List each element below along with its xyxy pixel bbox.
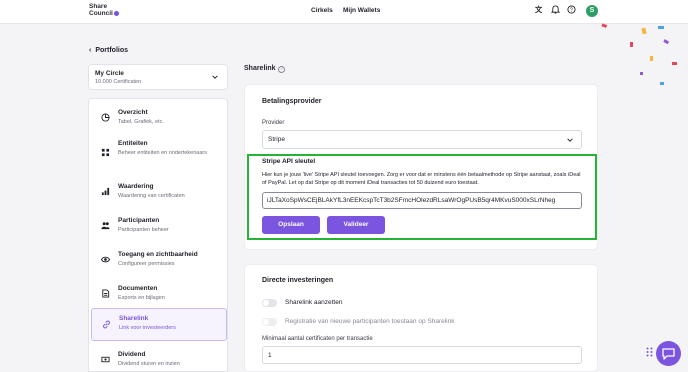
top-bar: Share Council Cirkels Mijn Wallets 文 ? S [0, 0, 688, 24]
sharelink-toggle-label: Sharelink aanzetten [285, 299, 343, 306]
menu-item-entiteiten[interactable]: Entiteiten Beheer entiteiten en ondertek… [89, 137, 227, 169]
nav-cirkels[interactable]: Cirkels [311, 7, 333, 14]
chevron-down-icon [212, 75, 218, 79]
menu-item-overzicht[interactable]: Overzicht Tabel, Grafiek, etc. [89, 105, 227, 133]
language-icon[interactable]: 文 [535, 5, 544, 14]
confetti-decoration [601, 23, 677, 85]
menu-item-waardering[interactable]: Waardering Waardering van certificaten [89, 179, 227, 207]
min-certificates-label: Minimaal aantal certificaten per transac… [262, 336, 373, 342]
page-title: Sharelink [244, 65, 276, 72]
avatar[interactable]: S [586, 5, 598, 17]
menu-item-sharelink[interactable]: Sharelink Link voor investeerders [91, 308, 227, 341]
help-icon[interactable]: ? [567, 5, 576, 14]
grid-icon [101, 148, 110, 157]
registration-toggle[interactable] [262, 318, 277, 326]
side-menu: Overzicht Tabel, Grafiek, etc. Entiteite… [88, 98, 228, 372]
menu-item-participanten[interactable]: Participanten Participanten beheer [89, 213, 227, 241]
circle-certificates: 10.000 Certificaten [95, 79, 142, 85]
menu-item-toegang[interactable]: Toegang en zichtbaarheid Configureer per… [89, 247, 227, 275]
sharecouncil-logo[interactable]: Share Council [89, 3, 119, 17]
bell-icon[interactable] [551, 5, 560, 14]
menu-item-dividend[interactable]: Dividend Dividend sturen en inzien [89, 347, 227, 371]
chevron-left-icon: ‹ [89, 47, 92, 54]
menu-item-documenten[interactable]: Documenten Exports en bijlagen [89, 281, 227, 309]
chevron-down-icon [567, 138, 573, 142]
stripe-key-title: Stripe API sleutel [262, 158, 316, 165]
circle-selector[interactable]: My Circle 10.000 Certificaten [88, 64, 228, 90]
document-icon [102, 289, 110, 298]
stripe-key-input[interactable]: iJLTaXoSpWsCEjBLAkYfL3nEEKcspTcT3b2SFmcH… [262, 192, 582, 209]
back-to-portfolios[interactable]: ‹ Portfolios [89, 47, 128, 54]
dots-grid-icon[interactable] [646, 347, 653, 357]
sharelink-toggle[interactable] [262, 299, 277, 307]
link-icon [103, 320, 110, 329]
validate-button[interactable]: Valideer [327, 216, 385, 234]
money-icon [101, 356, 110, 363]
bar-chart-icon [101, 187, 110, 196]
chat-icon [662, 348, 675, 360]
svg-text:文: 文 [535, 5, 543, 14]
chat-button[interactable] [656, 341, 681, 366]
stripe-key-description: Hier kun je jouw 'live' Stripe API sleut… [262, 172, 581, 186]
eye-icon [101, 256, 110, 263]
registration-toggle-label: Registratie van nieuwe participanten toe… [285, 318, 455, 325]
users-icon [101, 222, 110, 230]
save-button[interactable]: Opslaan [262, 216, 320, 234]
svg-text:?: ? [570, 7, 573, 13]
pie-chart-icon [101, 113, 110, 122]
nav-mijn-wallets[interactable]: Mijn Wallets [343, 7, 380, 14]
payment-heading: Betalingsprovider [262, 98, 322, 105]
info-icon[interactable]: ? [278, 66, 285, 73]
direct-investments-heading: Directe investeringen [262, 277, 334, 284]
provider-label: Provider [262, 120, 285, 126]
provider-select[interactable]: Stripe [262, 130, 582, 149]
circle-name: My Circle [95, 70, 124, 77]
min-certificates-input[interactable]: 1 [262, 346, 582, 364]
